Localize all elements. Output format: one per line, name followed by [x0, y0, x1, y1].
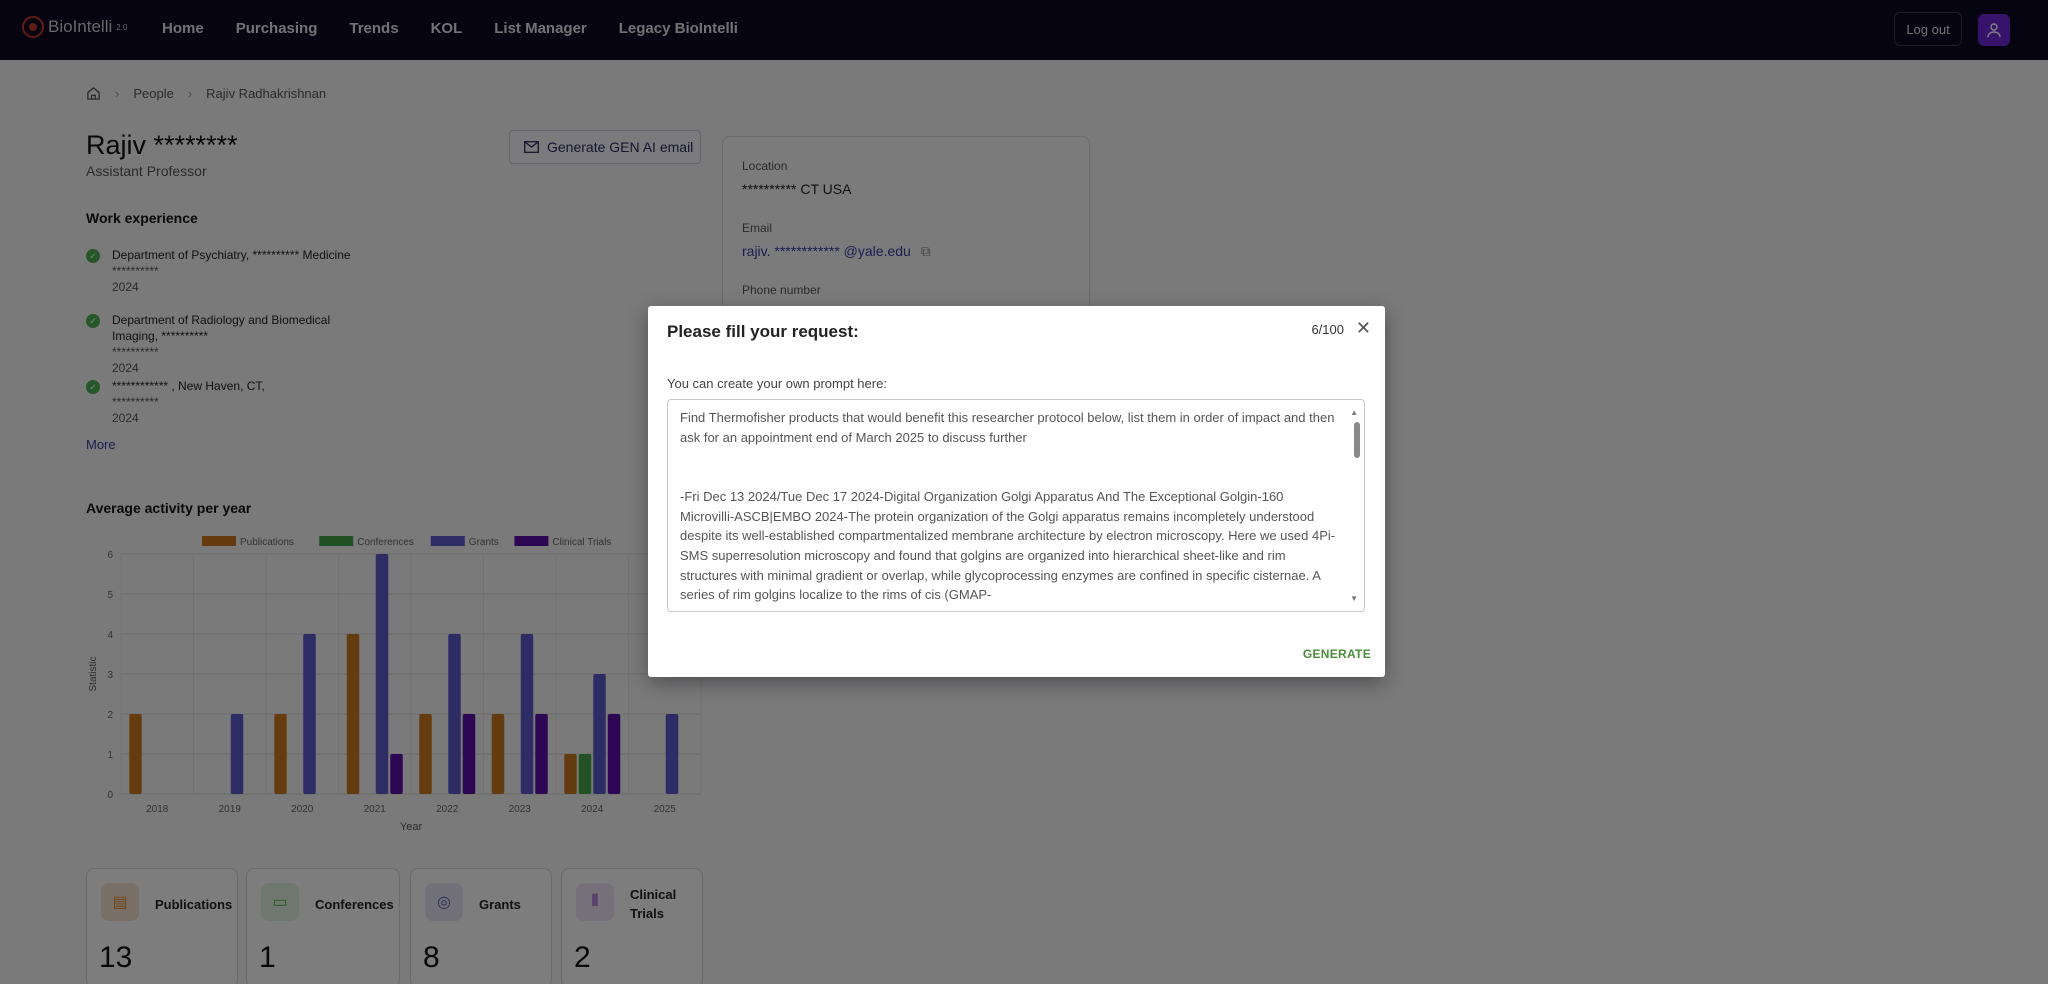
modal-title: Please fill your request: [667, 322, 859, 341]
scrollbar-thumb[interactable] [1354, 422, 1360, 458]
generate-button[interactable]: GENERATE [1303, 647, 1371, 661]
prompt-label: You can create your own prompt here: [667, 376, 887, 391]
prompt-text: Find Thermofisher products that would be… [680, 410, 1336, 603]
close-icon[interactable]: ✕ [1356, 318, 1371, 339]
scroll-down-icon[interactable]: ▼ [1350, 594, 1358, 603]
request-counter: 6/100 [1311, 322, 1344, 337]
request-modal: Please fill your request: 6/100 ✕ You ca… [648, 306, 1385, 677]
prompt-textarea[interactable]: Find Thermofisher products that would be… [667, 399, 1365, 612]
scroll-up-icon[interactable]: ▲ [1350, 408, 1358, 417]
